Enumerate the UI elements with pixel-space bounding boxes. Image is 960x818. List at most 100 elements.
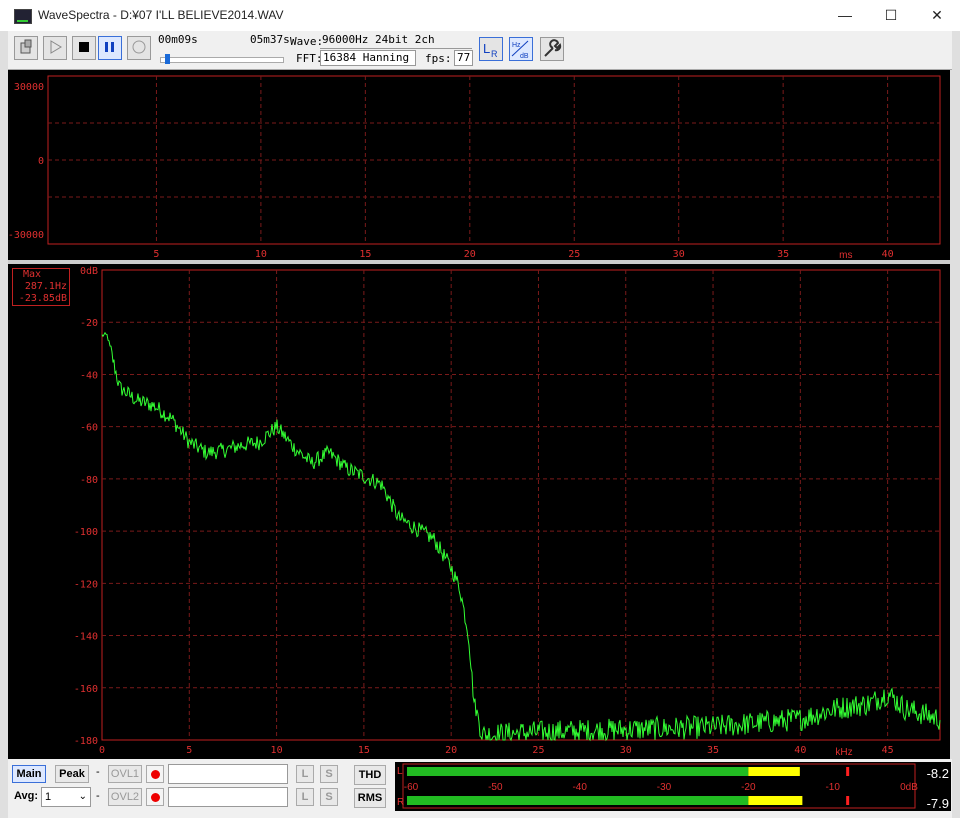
dash-1: -	[96, 766, 100, 778]
seek-slider[interactable]	[160, 54, 284, 64]
ovl2-button[interactable]: OVL2	[108, 788, 142, 806]
meter-r-bar-peak-hold	[846, 796, 850, 805]
ovl2-load-button[interactable]: L	[296, 788, 314, 806]
spectrum-y-tick: -180	[74, 736, 98, 747]
meter-scale-tick: 0dB	[900, 782, 918, 793]
hz-db-icon: Hz dB	[511, 40, 529, 60]
meter-scale-tick: -20	[741, 782, 756, 793]
spectrum-y-tick: -140	[74, 632, 98, 643]
spectrum-y-tick: -60	[80, 423, 98, 434]
marker-title: Max	[23, 269, 42, 280]
fps-label: fps:	[425, 52, 452, 65]
chevron-down-icon: ⌄	[78, 791, 87, 802]
main-button[interactable]: Main	[12, 765, 46, 783]
rms-button[interactable]: RMS	[354, 788, 386, 808]
thd-button[interactable]: THD	[354, 765, 386, 785]
wrench-icon	[544, 39, 562, 57]
spectrum-frame	[101, 269, 941, 741]
ovl1-name-field[interactable]	[168, 764, 288, 784]
meter-l-bar-yellow	[748, 767, 800, 776]
wave-x-tick: 15	[359, 249, 371, 260]
meter-r-value: -7.9	[927, 796, 949, 811]
hz-db-scale-button[interactable]: Hz dB	[509, 37, 533, 61]
spectrum-x-tick: 40	[794, 745, 806, 756]
spectrum-chart: 0dB -20 -40 -60 -80 -100 -120 -140 -160 -1800 5 10 1…	[74, 266, 941, 758]
spectrum-x-tick: 0	[99, 745, 105, 756]
wave-format: 96000Hz 24bit 2ch	[320, 33, 472, 49]
svg-text:L: L	[483, 41, 490, 56]
wave-x-tick: 5	[153, 249, 159, 260]
dash-2: -	[96, 790, 100, 802]
play-icon	[50, 40, 62, 54]
ovl2-name-field[interactable]	[168, 787, 288, 807]
wave-x-tick: 35	[777, 249, 789, 260]
spectrum-x-unit: kHz	[835, 747, 852, 758]
meter-l-label: L	[397, 766, 403, 777]
spectrum-y-tick: -160	[74, 684, 98, 695]
wave-y-tick: -30000	[8, 230, 44, 241]
level-meter: L R -60 -50 -40 -30 -20 -10 0dB -8.2 -7.9	[395, 762, 951, 811]
ovl1-button[interactable]: OVL1	[108, 765, 142, 783]
meter-r-label: R	[397, 797, 404, 808]
peak-button[interactable]: Peak	[55, 765, 89, 783]
window-title: WaveSpectra - D:¥07 I'LL BELIEVE2014.WAV	[38, 8, 284, 22]
ovl2-save-button[interactable]: S	[320, 788, 338, 806]
waveform-panel: 30000 0 -30000 5 10 15 20 25 30 35 40 ms	[8, 70, 950, 261]
minimize-button[interactable]: —	[822, 0, 868, 31]
avg-value: 1	[45, 791, 52, 803]
wave-x-tick: 30	[673, 249, 685, 260]
marker-level: -23.85dB	[18, 293, 67, 304]
open-file-button[interactable]	[14, 36, 38, 60]
avg-label: Avg:	[14, 790, 39, 802]
meter-l-value: -8.2	[927, 766, 949, 781]
ovl1-save-button[interactable]: S	[320, 765, 338, 783]
toolbar: 00m09s 05m37s Wave: 96000Hz 24bit 2ch FF…	[8, 31, 952, 70]
spectrum-y-tick: -120	[74, 579, 98, 590]
wave-y-tick: 30000	[14, 82, 44, 93]
wave-x-unit: ms	[839, 250, 852, 260]
spectrum-y-tick: -80	[80, 475, 98, 486]
seek-thumb[interactable]	[164, 54, 170, 64]
pause-button[interactable]	[98, 36, 122, 60]
play-button[interactable]	[43, 36, 67, 60]
spectrum-x-tick: 5	[186, 745, 192, 756]
svg-text:Hz: Hz	[512, 42, 521, 49]
spectrum-x-tick: 35	[707, 745, 719, 756]
meter-l-bar-green	[407, 767, 749, 776]
channel-lr-button[interactable]: LR	[479, 37, 503, 61]
marker-frequency: 287.1Hz	[24, 281, 67, 292]
fft-setting: 16384 Hanning	[320, 50, 416, 66]
fft-label: FFT:	[296, 52, 323, 65]
maximize-button[interactable]: ☐	[868, 0, 914, 31]
spectrum-x-tick: 20	[445, 745, 457, 756]
record-button[interactable]	[127, 36, 151, 60]
svg-text:R: R	[491, 49, 498, 59]
peak-marker-box: Max 287.1Hz -23.85dB	[12, 268, 70, 306]
wave-x-tick: 20	[464, 249, 476, 260]
meter-scale-tick: -40	[572, 782, 587, 793]
level-meter-bars: L R-60 -50 -40 -30 -20 -10 0dB -8.2 -7.9	[397, 763, 949, 811]
settings-button[interactable]	[540, 37, 564, 61]
spectrum-x-tick: 30	[620, 745, 632, 756]
wave-x-tick: 10	[255, 249, 267, 260]
spectrum-y-tick: 0dB	[80, 266, 98, 277]
meter-r-bar-green	[407, 796, 749, 805]
ovl1-load-button[interactable]: L	[296, 765, 314, 783]
avg-select[interactable]: 1 ⌄	[41, 787, 91, 807]
app-icon	[14, 9, 32, 24]
meter-scale-tick: -60	[404, 782, 419, 793]
ovl1-record-button[interactable]	[146, 765, 164, 783]
ovl2-record-button[interactable]	[146, 788, 164, 806]
wave-y-tick: 0	[38, 156, 44, 167]
meter-r-bar-yellow	[748, 796, 803, 805]
spectrum-y-tick: -40	[80, 370, 98, 381]
stop-icon	[79, 42, 89, 52]
title-bar: WaveSpectra - D:¥07 I'LL BELIEVE2014.WAV…	[0, 0, 960, 31]
spectrum-y-tick: -20	[80, 318, 98, 329]
close-button[interactable]: ✕	[914, 0, 960, 31]
wave-label: Wave:	[290, 35, 324, 48]
wave-x-tick: 25	[568, 249, 580, 260]
fps-value: 77	[454, 50, 473, 66]
total-time: 05m37s	[250, 33, 290, 46]
stop-button[interactable]	[72, 36, 96, 60]
